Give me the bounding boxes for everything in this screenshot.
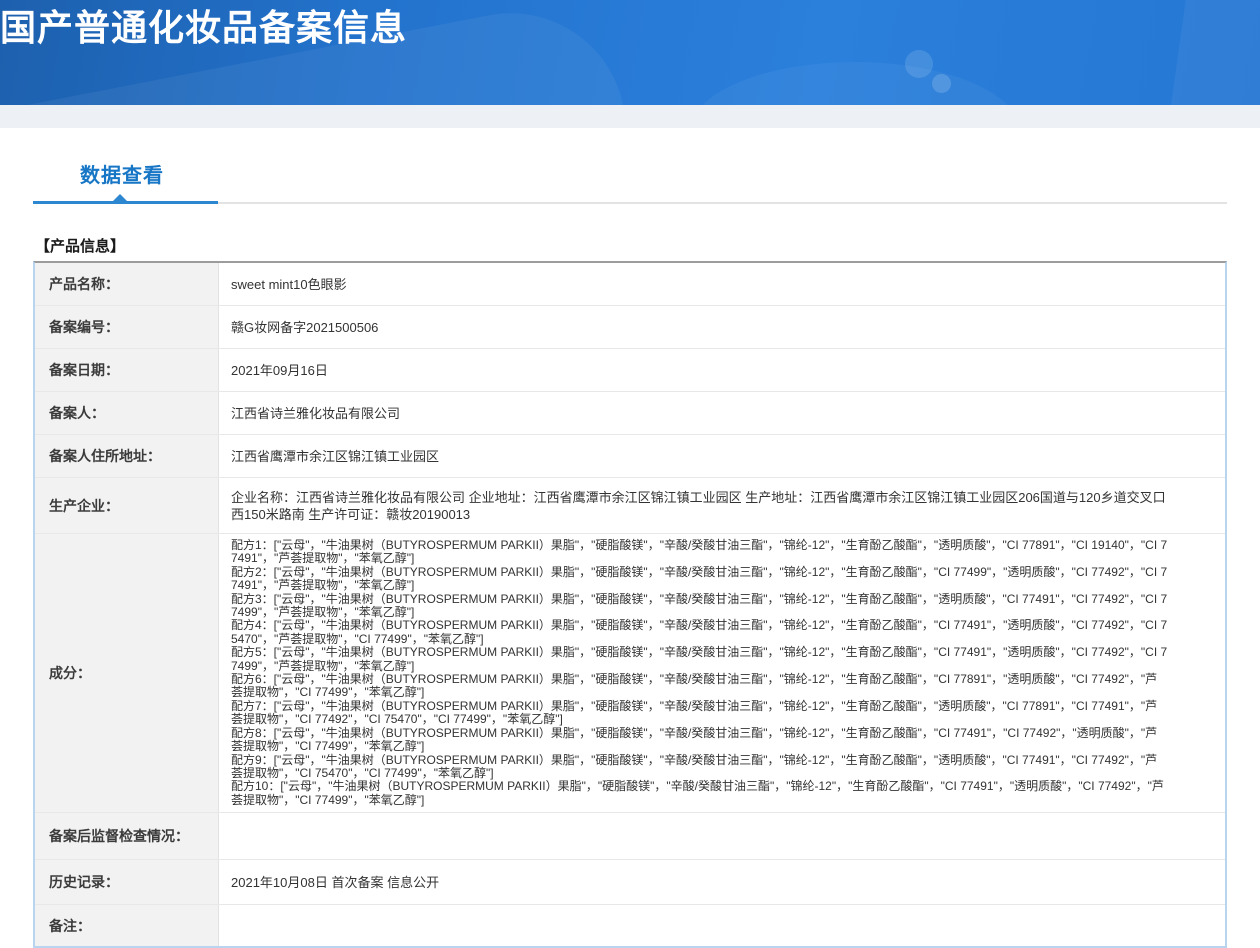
row-value: 企业名称：江西省诗兰雅化妆品有限公司 企业地址：江西省鹰潭市余江区锦江镇工业园区… <box>231 489 1166 522</box>
formula-line: 配方10：["云母"，"牛油果树（BUTYROSPERMUM PARKII）果脂… <box>231 779 1164 807</box>
formula-line: 配方6：["云母"，"牛油果树（BUTYROSPERMUM PARKII）果脂"… <box>231 672 1158 700</box>
table-row-remarks: 备注： <box>35 905 1225 947</box>
tab-underline-active <box>33 201 218 204</box>
row-value: 江西省诗兰雅化妆品有限公司 <box>231 405 401 421</box>
page-title: 国产普通化妆品备案信息 <box>0 7 408 48</box>
page-header: 国产普通化妆品备案信息 <box>0 0 1260 105</box>
row-value: 赣G妆网备字2021500506 <box>231 319 379 335</box>
row-label: 备案日期： <box>35 349 219 391</box>
row-label: 备案人住所地址： <box>35 435 219 477</box>
row-label: 备注： <box>35 905 219 947</box>
table-row-product-name: 产品名称： sweet mint10色眼影 <box>35 263 1225 306</box>
formula-line: 配方1：["云母"，"牛油果树（BUTYROSPERMUM PARKII）果脂"… <box>231 538 1168 566</box>
row-value: sweet mint10色眼影 <box>231 276 347 292</box>
table-row-filing-number: 备案编号： 赣G妆网备字2021500506 <box>35 306 1225 349</box>
banner-decoration-circle <box>905 50 933 78</box>
table-row-history: 历史记录： 2021年10月08日 首次备案 信息公开 <box>35 860 1225 906</box>
row-label: 产品名称： <box>35 263 219 305</box>
section-title-product-info: 【产品信息】 <box>35 238 126 255</box>
row-value: 2021年10月08日 首次备案 信息公开 <box>231 874 440 890</box>
formula-line: 配方5：["云母"，"牛油果树（BUTYROSPERMUM PARKII）果脂"… <box>231 645 1168 673</box>
row-label: 成分： <box>35 534 219 813</box>
row-value <box>219 813 1225 859</box>
table-row-filer: 备案人： 江西省诗兰雅化妆品有限公司 <box>35 392 1225 435</box>
tab-data-view[interactable]: 数据查看 <box>80 159 164 188</box>
table-row-filing-date: 备案日期： 2021年09月16日 <box>35 349 1225 392</box>
formula-line: 配方8：["云母"，"牛油果树（BUTYROSPERMUM PARKII）果脂"… <box>231 725 1158 754</box>
row-value <box>219 905 1225 946</box>
table-row-post-filing-inspection: 备案后监督检查情况： <box>35 813 1225 861</box>
main-content: 数据查看 【产品信息】 产品名称： sweet mint10色眼影 备案编号： … <box>0 159 1260 948</box>
row-label: 生产企业： <box>35 478 219 533</box>
row-label: 备案编号： <box>35 306 219 348</box>
row-value: 2021年09月16日 <box>231 362 328 378</box>
formula-line: 配方2：["云母"，"牛油果树（BUTYROSPERMUM PARKII）果脂"… <box>231 564 1168 593</box>
banner-decoration-circle <box>932 74 951 93</box>
table-row-ingredients: 成分： 配方1：["云母"，"牛油果树（BUTYROSPERMUM PARKII… <box>35 534 1225 814</box>
table-row-filer-address: 备案人住所地址： 江西省鹰潭市余江区锦江镇工业园区 <box>35 435 1225 478</box>
banner-decoration-ellipse <box>690 62 1020 105</box>
row-value: 江西省鹰潭市余江区锦江镇工业园区 <box>231 448 440 464</box>
row-label: 历史记录： <box>35 860 219 905</box>
tab-underline <box>33 194 1227 204</box>
tab-arrow-up-icon <box>113 194 127 201</box>
header-sub-strip <box>0 105 1260 128</box>
row-label: 备案人： <box>35 392 219 434</box>
row-value-ingredients: 配方1：["云母"，"牛油果树（BUTYROSPERMUM PARKII）果脂"… <box>219 534 1225 812</box>
table-row-manufacturer: 生产企业： 企业名称：江西省诗兰雅化妆品有限公司 企业地址：江西省鹰潭市余江区锦… <box>35 478 1225 534</box>
formula-line: 配方3：["云母"，"牛油果树（BUTYROSPERMUM PARKII）果脂"… <box>231 591 1168 620</box>
formula-line: 配方7：["云母"，"牛油果树（BUTYROSPERMUM PARKII）果脂"… <box>231 698 1158 727</box>
row-label: 备案后监督检查情况： <box>35 813 219 860</box>
product-info-table: 产品名称： sweet mint10色眼影 备案编号： 赣G妆网备字202150… <box>33 261 1227 948</box>
formula-line: 配方4：["云母"，"牛油果树（BUTYROSPERMUM PARKII）果脂"… <box>231 618 1168 646</box>
formula-line: 配方9：["云母"，"牛油果树（BUTYROSPERMUM PARKII）果脂"… <box>231 752 1158 780</box>
tab-bar: 数据查看 <box>33 159 1227 204</box>
